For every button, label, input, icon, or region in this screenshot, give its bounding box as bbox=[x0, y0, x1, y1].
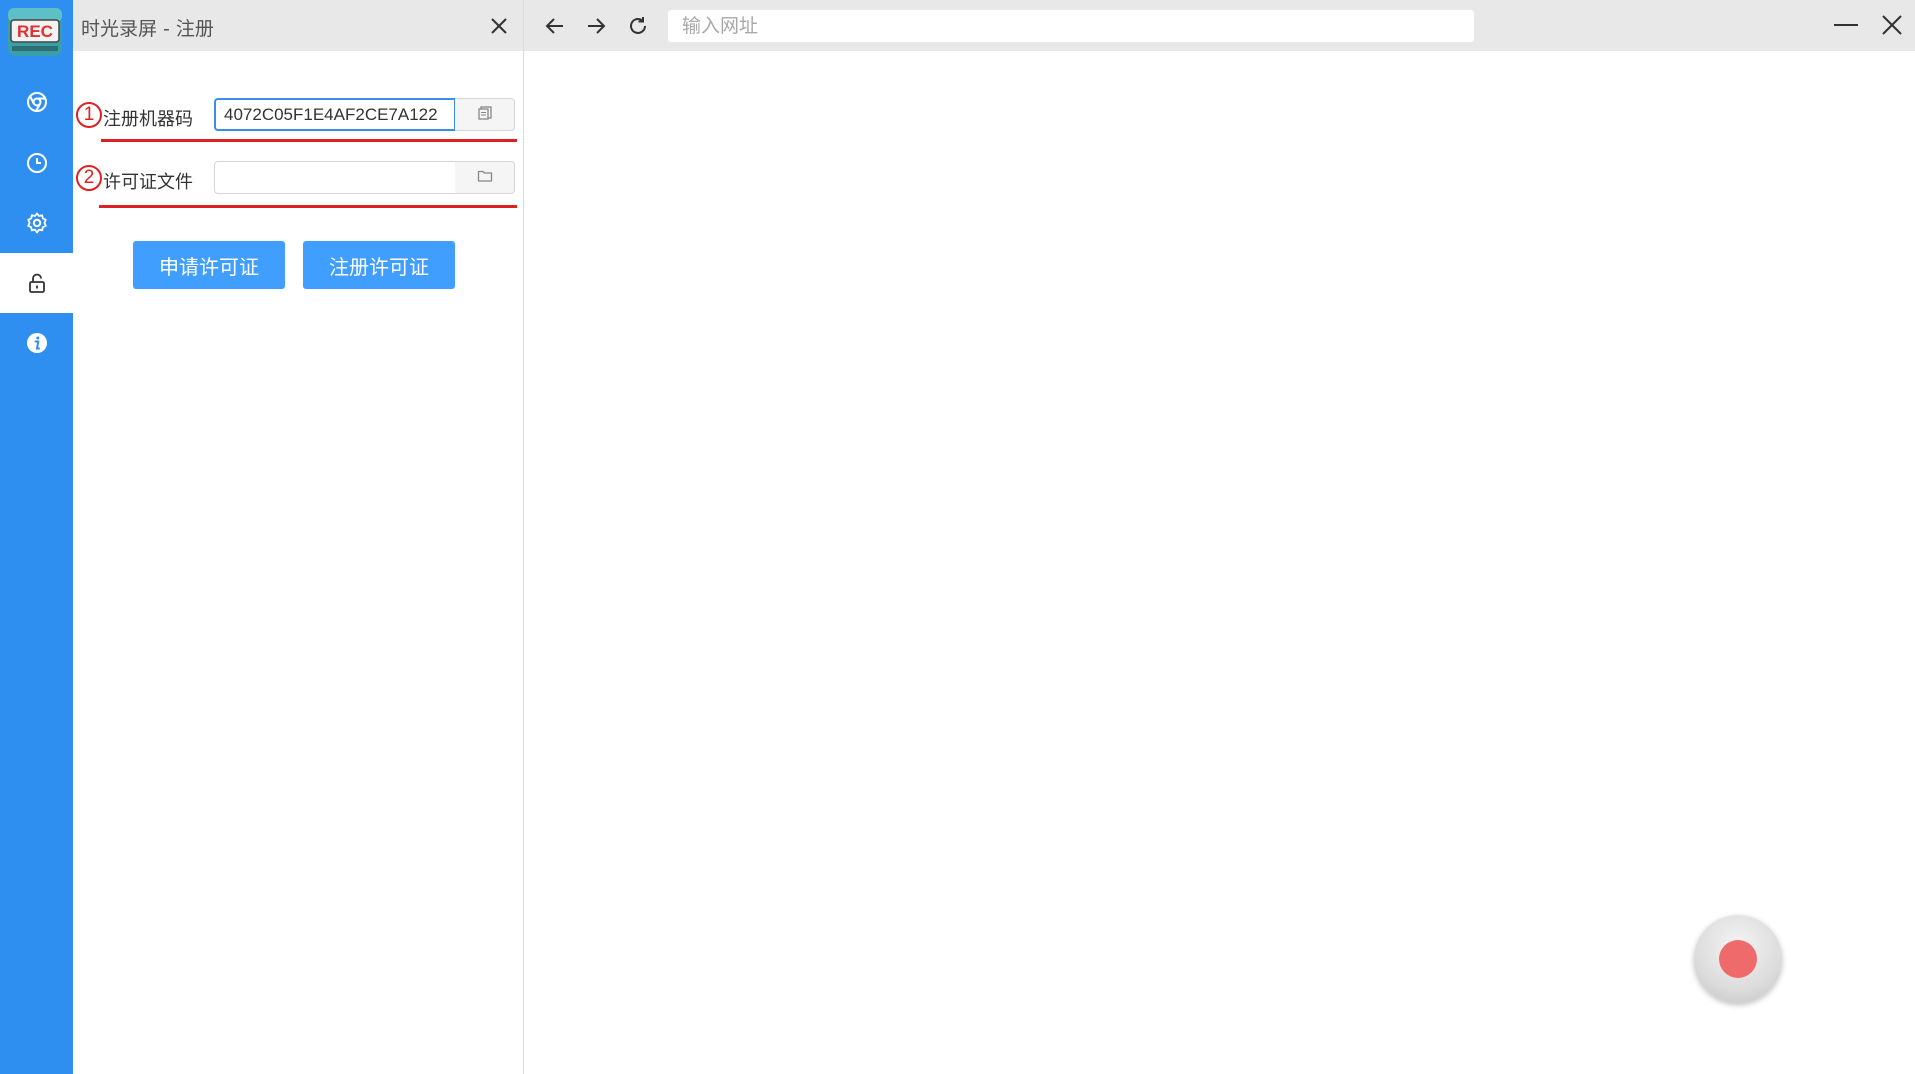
close-icon[interactable] bbox=[487, 14, 511, 38]
browse-file-button[interactable] bbox=[455, 161, 515, 194]
clock-icon bbox=[25, 151, 49, 175]
copy-icon bbox=[477, 105, 493, 125]
sidebar-item-history[interactable] bbox=[0, 133, 73, 193]
sidebar-item-about[interactable] bbox=[0, 313, 73, 373]
gear-icon bbox=[25, 211, 49, 235]
apply-license-button[interactable]: 申请许可证 bbox=[133, 241, 285, 289]
logo-text: REC bbox=[17, 22, 53, 41]
sidebar-rail: REC bbox=[0, 0, 73, 1074]
annotation-underline-1 bbox=[101, 139, 517, 142]
copy-button[interactable] bbox=[455, 98, 515, 131]
sidebar-item-browser[interactable] bbox=[0, 72, 73, 132]
sidebar-item-register[interactable] bbox=[0, 253, 73, 313]
back-arrow-icon[interactable] bbox=[541, 12, 569, 40]
browser-area bbox=[524, 0, 1915, 1074]
license-file-label: 许可证文件 bbox=[103, 172, 193, 193]
panel-header: 时光录屏 - 注册 bbox=[73, 0, 523, 51]
annotation-badge-2: 2 bbox=[76, 165, 102, 191]
sidebar-item-settings[interactable] bbox=[0, 193, 73, 253]
forward-arrow-icon[interactable] bbox=[582, 12, 610, 40]
license-file-row: 2 许可证文件 bbox=[73, 159, 523, 199]
window-close-icon[interactable] bbox=[1875, 8, 1909, 42]
chrome-icon bbox=[25, 90, 49, 114]
register-panel: 时光录屏 - 注册 1 注册机器码 2 许可证文件 bbox=[73, 0, 524, 1074]
browser-toolbar bbox=[524, 0, 1915, 51]
license-file-input[interactable] bbox=[214, 161, 456, 194]
machine-code-row: 1 注册机器码 bbox=[73, 96, 523, 136]
record-button[interactable] bbox=[1694, 915, 1782, 1003]
record-icon bbox=[1719, 940, 1757, 978]
info-icon bbox=[25, 331, 49, 355]
refresh-icon[interactable] bbox=[624, 12, 652, 40]
machine-code-label: 注册机器码 bbox=[103, 109, 193, 130]
url-input[interactable] bbox=[668, 10, 1474, 42]
folder-icon bbox=[477, 168, 493, 188]
app-logo: REC bbox=[6, 4, 64, 62]
unlock-icon bbox=[25, 271, 49, 295]
register-license-button[interactable]: 注册许可证 bbox=[303, 241, 455, 289]
panel-title: 时光录屏 - 注册 bbox=[81, 18, 214, 40]
annotation-underline-2 bbox=[99, 205, 517, 208]
annotation-badge-1: 1 bbox=[76, 102, 102, 128]
machine-code-input[interactable] bbox=[214, 98, 456, 131]
minimize-icon[interactable] bbox=[1829, 8, 1863, 42]
